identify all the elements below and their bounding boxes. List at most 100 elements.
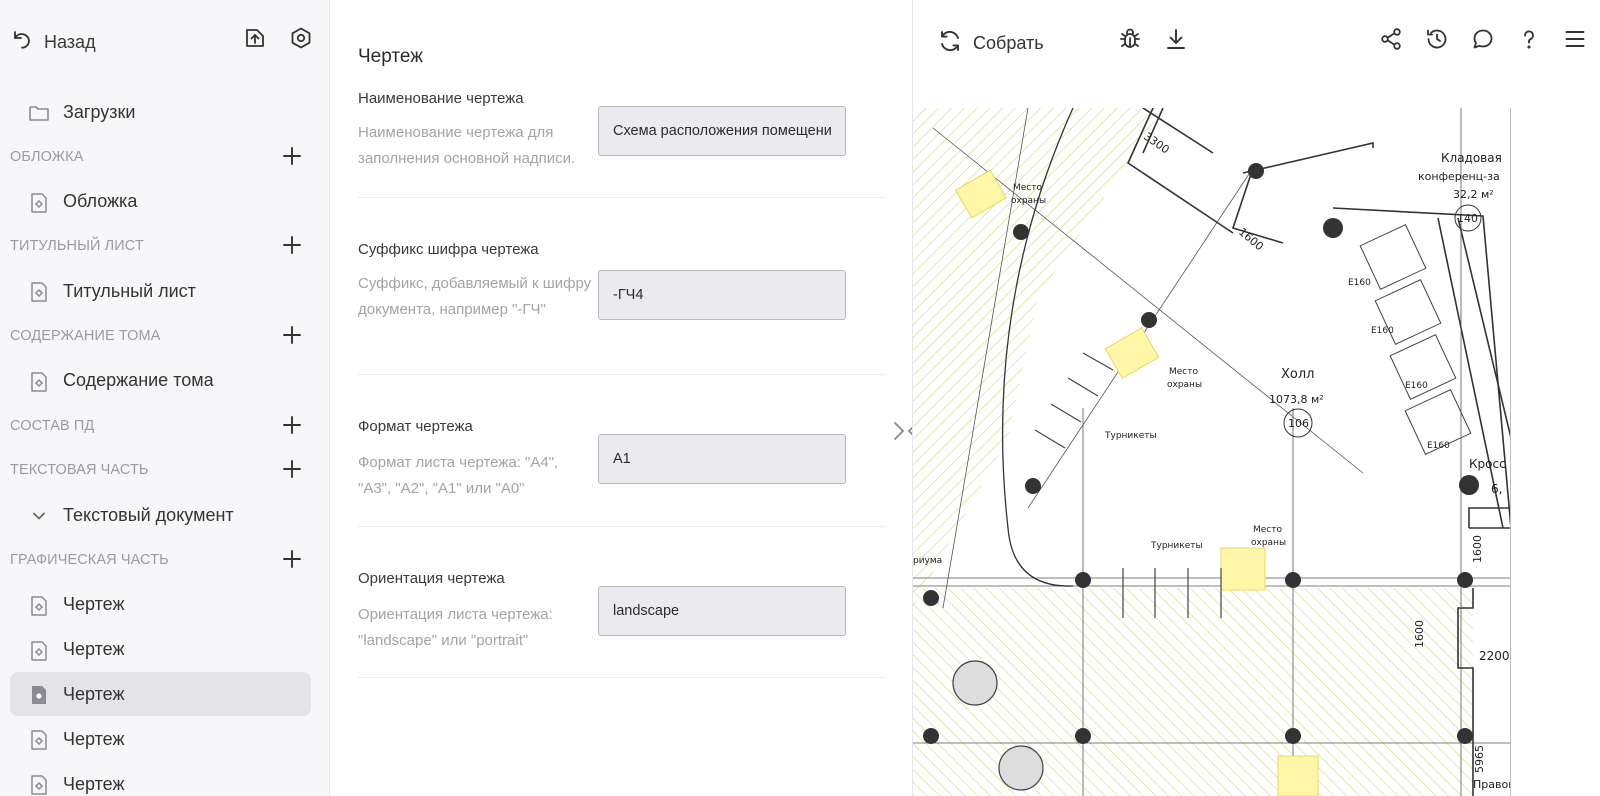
settings-document-icon — [28, 595, 50, 617]
share-button[interactable] — [1378, 27, 1404, 56]
sidebar-item-label: Содержание тома — [63, 370, 214, 391]
field-label: Формат чертежа — [358, 418, 473, 435]
preview-toolbar: Собрать — [913, 0, 1600, 82]
dimension-label: 3300 — [1141, 130, 1171, 157]
sidebar-item[interactable]: Текстовый документ — [10, 493, 311, 537]
section-title: ТЕКСТОВАЯ ЧАСТЬ — [10, 462, 149, 479]
sidebar: Назад Загрузки ОБЛОЖКА Обложка ТИТУЛЬНЫЙ ЛИ… — [0, 0, 330, 796]
comments-button[interactable] — [1470, 28, 1496, 54]
sidebar-item[interactable]: Чертеж — [10, 672, 311, 717]
drawing-name-input[interactable] — [598, 106, 846, 156]
upload-file-button[interactable] — [242, 27, 268, 53]
download-button[interactable] — [1163, 28, 1189, 54]
field-drawing-name: Наименование чертежа Наименование чертеж… — [358, 90, 886, 200]
sidebar-header: Назад — [0, 0, 329, 82]
sidebar-item[interactable]: Содержание тома — [10, 359, 311, 403]
build-label: Собрать — [973, 33, 1044, 53]
guard-label: Место — [1169, 367, 1198, 377]
settings-document-icon — [28, 371, 50, 393]
folder-icon — [28, 102, 50, 124]
drawing-settings-form: Чертеж Наименование чертежа Наименование… — [330, 0, 912, 796]
drawing-preview[interactable]: Кладовая конференц-за 32,2 м² 140 Холл 1… — [913, 108, 1511, 796]
code-suffix-input[interactable] — [598, 270, 846, 320]
sidebar-item[interactable]: Чертеж — [10, 583, 311, 627]
field-help: Наименование чертежа для заполнения осно… — [358, 124, 576, 167]
add-icon[interactable] — [281, 145, 303, 167]
section-title: СОСТАВ ПД — [10, 417, 95, 434]
add-icon[interactable] — [281, 414, 303, 436]
room-number-label: 106 — [1288, 417, 1309, 430]
field-label: Суффикс шифра чертежа — [358, 241, 539, 258]
chevron-down-icon — [28, 505, 50, 527]
room-area-label: 32,2 м² — [1453, 188, 1494, 201]
dimension-label: 1600 — [1413, 620, 1426, 648]
back-button[interactable]: Назад — [10, 28, 96, 57]
sidebar-item[interactable]: Чертеж — [10, 628, 311, 672]
divider — [358, 526, 886, 527]
menu-button[interactable] — [1562, 28, 1588, 54]
dimension-label: 2200 — [1479, 649, 1510, 663]
room-name-label: риума — [913, 556, 942, 566]
hamburger-menu-icon — [1563, 27, 1587, 56]
bug-icon — [1118, 27, 1142, 56]
sidebar-item[interactable]: Обложка — [10, 180, 311, 224]
sidebar-item-label: Обложка — [63, 191, 138, 212]
back-label: Назад — [44, 32, 96, 52]
help-button[interactable] — [1516, 28, 1542, 54]
settings-document-icon — [28, 684, 50, 706]
settings-button[interactable] — [288, 27, 314, 53]
room-area-label: 1073,8 м² — [1269, 393, 1324, 406]
add-icon[interactable] — [281, 234, 303, 256]
sidebar-item[interactable]: Чертеж — [10, 762, 311, 796]
drawing-format-input[interactable] — [598, 434, 846, 484]
add-icon[interactable] — [281, 458, 303, 480]
floor-plan-drawing: Кладовая конференц-за 32,2 м² 140 Холл 1… — [913, 108, 1511, 796]
guard-label: охраны — [1011, 196, 1046, 206]
debug-button[interactable] — [1117, 28, 1143, 54]
dimension-label: 5965 — [1473, 745, 1486, 773]
section-title: ОБЛОЖКА — [10, 148, 84, 165]
sidebar-item-label: Чертеж — [63, 594, 125, 615]
add-icon[interactable] — [281, 548, 303, 570]
form-title: Чертеж — [358, 46, 423, 67]
sidebar-item-label: Чертеж — [63, 773, 125, 794]
guard-label: Место — [1253, 525, 1282, 535]
sidebar-item[interactable]: Загрузки — [10, 90, 311, 134]
field-help: Формат листа чертежа: "А4", "А3", "А2", … — [358, 454, 559, 497]
equipment-label: E160 — [1348, 278, 1371, 288]
dimension-label: 1600 — [1471, 535, 1484, 563]
sidebar-item-label: Титульный лист — [63, 280, 196, 301]
sidebar-section-header: ГРАФИЧЕСКАЯ ЧАСТЬ — [10, 538, 311, 582]
build-button[interactable]: Собрать — [937, 28, 1044, 59]
room-name-label: конференц-за — [1418, 170, 1500, 183]
settings-document-icon — [28, 281, 50, 303]
guard-label: охраны — [1167, 380, 1202, 390]
sidebar-section-header: ТИТУЛЬНЫЙ ЛИСТ — [10, 224, 311, 268]
sidebar-item-label: Загрузки — [63, 101, 136, 122]
preview-panel: Собрать Кладовая конференц-за 32,2 м² 14… — [912, 0, 1600, 796]
sidebar-item[interactable]: Титульный лист — [10, 269, 311, 313]
sidebar-section-header: ОБЛОЖКА — [10, 135, 311, 179]
field-help: Ориентация листа чертежа: "landscape" ил… — [358, 606, 553, 649]
field-label: Ориентация чертежа — [358, 570, 505, 587]
history-button[interactable] — [1424, 28, 1450, 54]
sidebar-section-header: СОДЕРЖАНИЕ ТОМА — [10, 314, 311, 358]
guard-label: Место — [1013, 183, 1042, 193]
upload-file-icon — [243, 26, 267, 55]
comment-icon — [1471, 27, 1495, 56]
settings-document-icon — [28, 192, 50, 214]
drawing-orientation-input[interactable] — [598, 586, 846, 636]
settings-document-icon — [28, 640, 50, 662]
equipment-label: E160 — [1405, 381, 1428, 391]
divider — [358, 677, 886, 678]
share-icon — [1379, 27, 1403, 56]
equipment-label: E160 — [1371, 326, 1394, 336]
room-name-label: Кросс — [1469, 457, 1506, 471]
settings-document-icon — [28, 729, 50, 751]
add-icon[interactable] — [281, 324, 303, 346]
field-help: Суффикс, добавляемый к шифру документа, … — [358, 275, 592, 318]
sidebar-item[interactable]: Чертеж — [10, 717, 311, 761]
field-label: Наименование чертежа — [358, 90, 524, 107]
room-name-label: Холл — [1281, 367, 1314, 382]
room-name-label: Правон — [1473, 778, 1511, 791]
